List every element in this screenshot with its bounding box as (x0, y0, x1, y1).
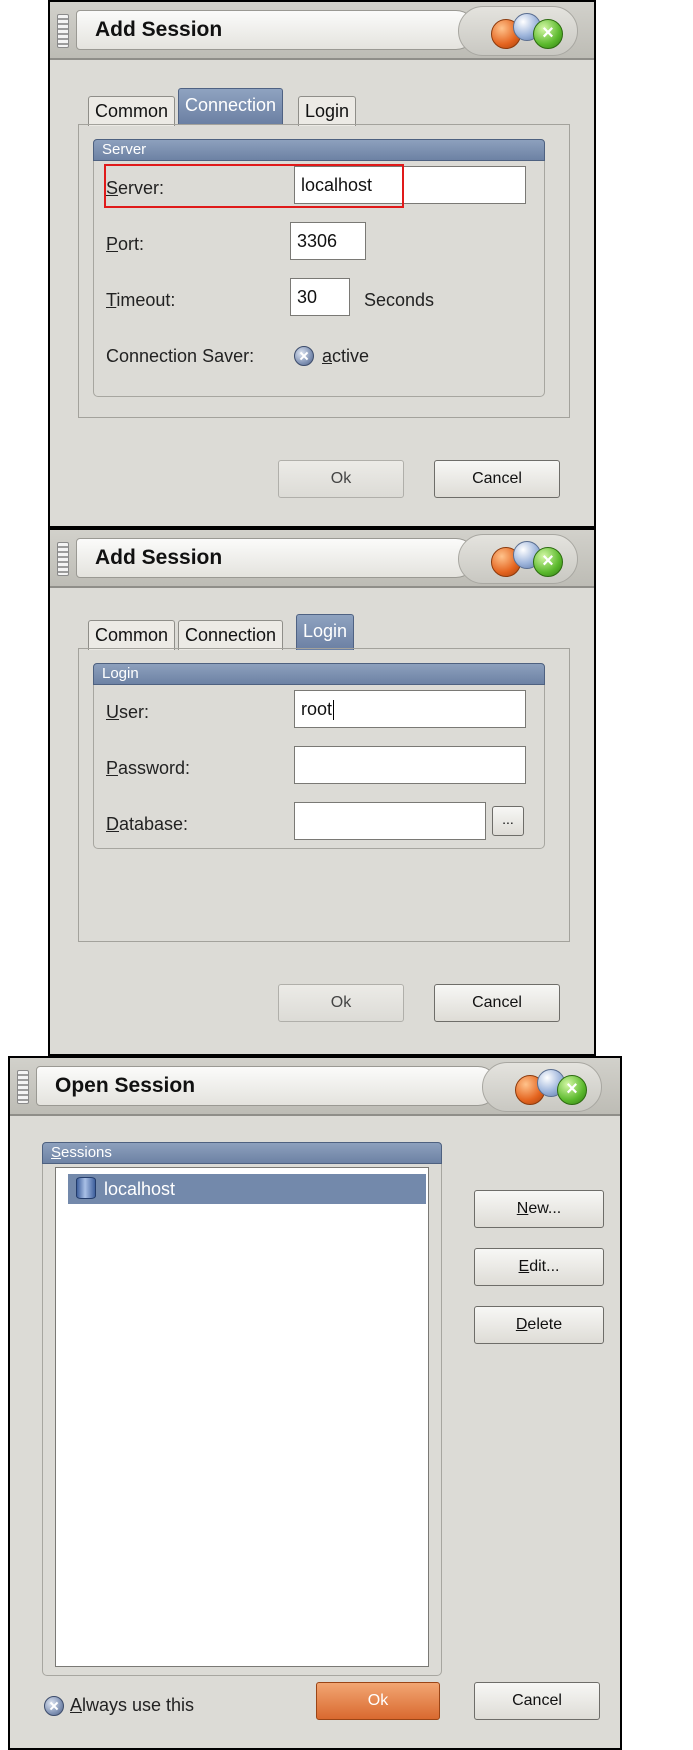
server-highlight-box (104, 164, 404, 208)
grip-icon (17, 1070, 29, 1104)
window-buttons: × (458, 534, 578, 584)
add-session-dialog-login: Add Session × Common Connection Login Lo… (48, 528, 596, 1056)
title-bar[interactable]: Add Session × (50, 530, 594, 588)
database-icon (76, 1177, 96, 1199)
tab-page: Login User: root Password: Database: ... (78, 648, 570, 942)
tab-common[interactable]: Common (88, 620, 176, 650)
user-label: User: (106, 702, 150, 722)
delete-button[interactable]: Delete (474, 1306, 604, 1344)
title-bar[interactable]: Open Session × (10, 1058, 620, 1116)
cancel-button[interactable]: Cancel (434, 984, 560, 1022)
title-panel: Open Session (36, 1066, 498, 1106)
edit-button[interactable]: Edit... (474, 1248, 604, 1286)
title-panel: Add Session (76, 538, 476, 578)
list-item-label: localhost (104, 1179, 176, 1199)
port-label: Port: (106, 234, 145, 254)
text-caret (333, 700, 335, 721)
ok-button[interactable]: Ok (316, 1682, 440, 1720)
group-title: Sessions (42, 1142, 442, 1164)
password-label: Password: (106, 758, 191, 778)
ok-button[interactable]: Ok (278, 460, 404, 498)
window-title: Open Session (55, 1074, 196, 1097)
window-title: Add Session (95, 18, 223, 41)
always-use-radio-icon[interactable] (44, 1696, 64, 1716)
connection-saver-option[interactable]: active (322, 346, 369, 367)
tab-login[interactable]: Login (298, 96, 357, 126)
grip-icon (57, 542, 69, 576)
ok-button[interactable]: Ok (278, 984, 404, 1022)
add-session-dialog-connection: Add Session × Common Connection Login Se… (48, 0, 596, 528)
tab-connection[interactable]: Connection (178, 620, 284, 650)
list-item[interactable]: localhost (68, 1174, 426, 1204)
title-panel: Add Session (76, 10, 476, 50)
tab-common[interactable]: Common (88, 96, 176, 126)
user-input[interactable]: root (294, 690, 526, 728)
connection-saver-radio-icon[interactable] (294, 346, 314, 366)
always-use-label[interactable]: Always use this (70, 1695, 194, 1716)
connection-saver-label: Connection Saver: (106, 346, 255, 366)
open-session-dialog: Open Session × Sessions localhost New...… (8, 1056, 622, 1750)
window-buttons: × (482, 1062, 602, 1112)
sessions-list[interactable]: localhost (55, 1167, 429, 1667)
database-label: Database: (106, 814, 189, 834)
database-browse-button[interactable]: ... (492, 806, 524, 836)
title-bar[interactable]: Add Session × (50, 2, 594, 60)
close-icon[interactable]: × (557, 1075, 587, 1105)
group-title: Server (93, 139, 545, 161)
timeout-unit: Seconds (364, 290, 435, 310)
timeout-label: Timeout: (106, 290, 176, 310)
window-title: Add Session (95, 546, 223, 569)
password-input[interactable] (294, 746, 526, 784)
group-title: Login (93, 663, 545, 685)
timeout-input[interactable]: 30 (290, 278, 350, 316)
close-icon[interactable]: × (533, 19, 563, 49)
database-input[interactable] (294, 802, 486, 840)
window-buttons: × (458, 6, 578, 56)
sessions-group: Sessions localhost (42, 1142, 442, 1676)
tab-login[interactable]: Login (296, 614, 355, 650)
cancel-button[interactable]: Cancel (474, 1682, 600, 1720)
cancel-button[interactable]: Cancel (434, 460, 560, 498)
grip-icon (57, 14, 69, 48)
port-input[interactable]: 3306 (290, 222, 366, 260)
close-icon[interactable]: × (533, 547, 563, 577)
tab-connection[interactable]: Connection (178, 88, 284, 124)
new-button[interactable]: New... (474, 1190, 604, 1228)
login-group: Login User: root Password: Database: ... (93, 663, 545, 849)
